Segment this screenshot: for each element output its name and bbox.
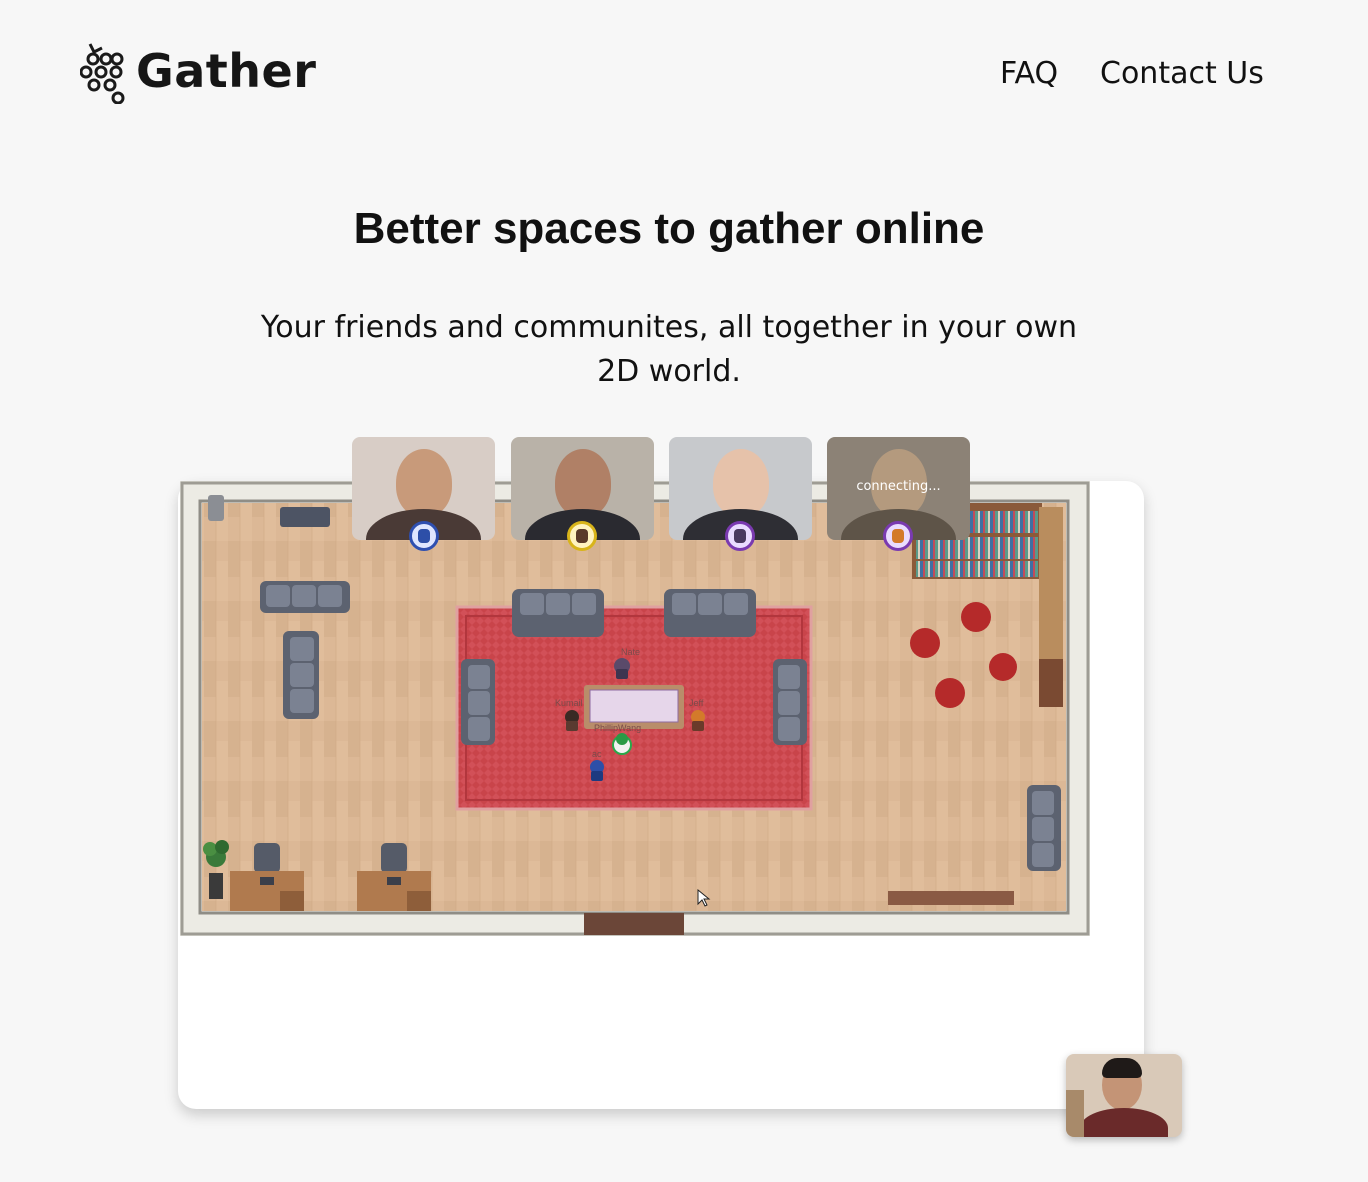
player-sprite-kumail[interactable] xyxy=(565,710,579,731)
player-sprite-ac[interactable] xyxy=(590,760,604,781)
gather-logo[interactable]: Gather xyxy=(80,40,340,106)
sofa-left-top xyxy=(260,581,350,613)
avatar-badge-2 xyxy=(567,521,597,551)
bean-bag xyxy=(989,653,1017,681)
sofa-rug-top-left xyxy=(512,589,604,637)
avatar-badge-1 xyxy=(409,521,439,551)
sofa-right-vertical xyxy=(1027,785,1061,871)
trash-bin xyxy=(208,495,224,521)
brand-name: Gather xyxy=(136,44,317,98)
avatar-badge-4 xyxy=(883,521,913,551)
self-hair xyxy=(1102,1058,1142,1078)
bean-bag xyxy=(961,602,991,632)
sofa-rug-top-right xyxy=(664,589,756,637)
player-sprite-nate[interactable] xyxy=(614,658,630,679)
sofa-rug-left xyxy=(461,659,495,745)
nav-contact-link[interactable]: Contact Us xyxy=(1100,56,1264,91)
avatar-badge-3 xyxy=(725,521,755,551)
participant-face xyxy=(396,449,452,517)
bean-bag xyxy=(910,628,940,658)
player-sprite-jeff[interactable] xyxy=(691,710,705,731)
sofa-rug-right xyxy=(773,659,807,745)
participant-face xyxy=(555,449,611,517)
self-video-tile[interactable] xyxy=(1066,1054,1182,1137)
sofa-left-vertical xyxy=(283,631,319,719)
hero-title: Better spaces to gather online xyxy=(353,204,985,253)
player-name-kumail: Kumail xyxy=(555,698,583,708)
nav-faq-link[interactable]: FAQ xyxy=(1000,56,1058,91)
grape-logo-icon xyxy=(80,43,125,104)
hero-subtitle: Your friends and communites, all togethe… xyxy=(260,310,1078,389)
bench xyxy=(888,891,1014,905)
player-name-ac: ac xyxy=(592,749,602,759)
self-background xyxy=(1066,1090,1084,1137)
player-name-nate: Nate xyxy=(621,647,640,657)
video-tile-status: connecting... xyxy=(856,479,941,494)
player-name-phillipwang: PhillipWang xyxy=(594,723,641,733)
bean-bag xyxy=(935,678,965,708)
participant-face xyxy=(713,449,769,517)
tablecloth xyxy=(589,689,679,723)
self-body xyxy=(1080,1108,1168,1137)
player-name-jeff: Jeff xyxy=(689,698,704,708)
door-mat xyxy=(584,913,684,935)
side-table xyxy=(280,507,330,527)
virtual-space-map[interactable]: Nate Kumail Jeff PhillipWang ac xyxy=(180,481,1090,936)
